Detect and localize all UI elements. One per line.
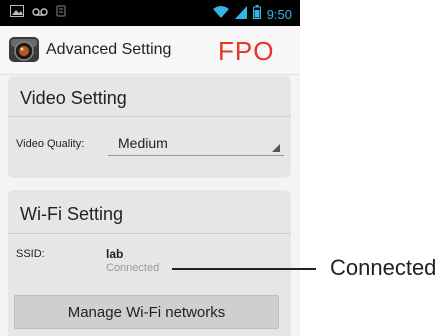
signal-icon xyxy=(234,5,247,24)
callout-label: Connected xyxy=(330,255,437,280)
wifi-setting-title: Wi-Fi Setting xyxy=(20,204,124,224)
video-setting-divider xyxy=(8,116,291,117)
spinner-arrow-icon xyxy=(272,144,280,152)
ssid-status: Connected xyxy=(106,262,160,274)
video-quality-spinner[interactable]: Medium xyxy=(108,131,284,156)
wifi-setting-divider xyxy=(8,233,291,234)
status-time: 9:50 xyxy=(266,7,292,22)
status-bar-left-icons xyxy=(10,4,66,22)
status-bar: 9:50 xyxy=(0,0,300,26)
camera-icon[interactable] xyxy=(8,34,40,64)
video-setting-card: Video Setting Video Quality: Medium xyxy=(8,76,291,178)
wifi-icon xyxy=(212,5,229,24)
page-title: Advanced Setting xyxy=(46,41,172,58)
fpo-label: FPO xyxy=(218,36,275,66)
video-quality-label: Video Quality: xyxy=(16,138,85,150)
action-bar: Advanced Setting FPO xyxy=(0,26,300,75)
status-bar-right-icons: 9:50 xyxy=(212,5,292,24)
voicemail-icon xyxy=(32,4,48,22)
image-icon xyxy=(10,4,24,22)
video-setting-title: Video Setting xyxy=(20,88,127,108)
video-quality-value: Medium xyxy=(118,135,168,151)
phone-screen: 9:50 Advanced Setting FPO Video Setting … xyxy=(0,0,300,336)
ssid-label: SSID: xyxy=(16,248,45,260)
wifi-setting-card: Wi-Fi Setting SSID: lab Connected Manage… xyxy=(8,190,291,336)
notification-icon xyxy=(56,4,66,22)
manage-wifi-button[interactable]: Manage Wi-Fi networks xyxy=(14,295,279,329)
ssid-value: lab xyxy=(106,247,124,261)
callout-line xyxy=(172,268,316,270)
battery-icon xyxy=(252,5,261,24)
